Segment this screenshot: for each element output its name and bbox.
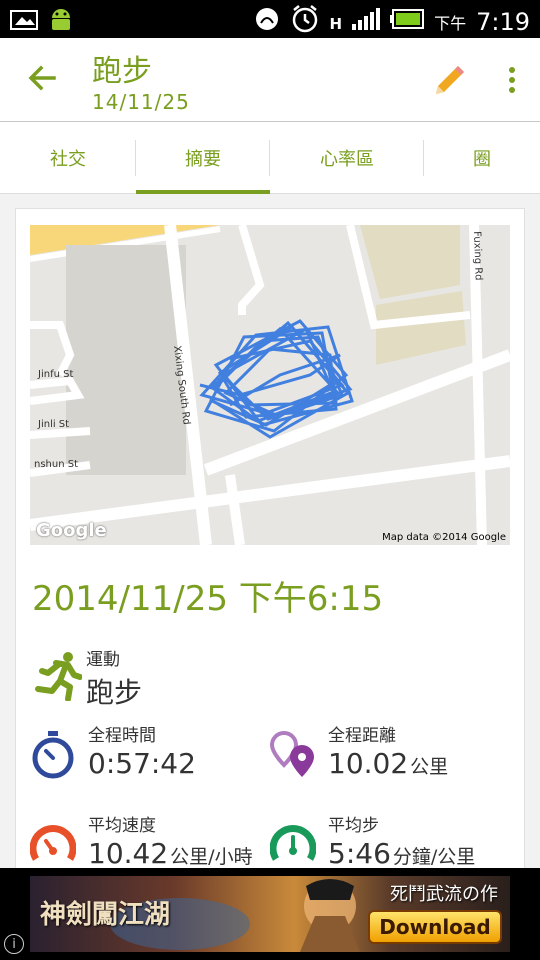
pace-unit: 分鐘/公里 bbox=[392, 846, 476, 868]
gallery-notification-icon bbox=[10, 8, 40, 36]
overflow-menu-icon bbox=[509, 67, 515, 93]
pace-gauge-icon bbox=[270, 825, 316, 861]
route-map[interactable]: Xixing South Rd Fuxing Rd Jinfu St Jinli… bbox=[30, 225, 510, 545]
distance-unit: 公里 bbox=[410, 756, 449, 778]
distance-stat: 全程距離 10.02 公里 bbox=[270, 717, 510, 797]
tab-summary[interactable]: 摘要 bbox=[136, 122, 270, 194]
clock-ampm: 下午 bbox=[434, 14, 467, 33]
action-bar: 跑步 14/11/25 bbox=[0, 38, 540, 122]
ad-title: 神劍闖江湖 bbox=[40, 900, 171, 930]
ad-download-button[interactable]: Download bbox=[368, 910, 502, 944]
google-logo: Google bbox=[36, 520, 107, 541]
pencil-icon bbox=[436, 66, 464, 94]
edit-button[interactable] bbox=[432, 62, 468, 98]
ad-slogan: 死鬥武流の作 bbox=[390, 884, 498, 905]
distance-value-line: 10.02 公里 bbox=[328, 747, 448, 780]
map-credit: Map data ©2014 Google bbox=[382, 532, 506, 543]
speedometer-icon bbox=[30, 825, 76, 861]
status-bar: H 下午 7:19 bbox=[0, 0, 540, 38]
overflow-menu-button[interactable] bbox=[500, 60, 524, 100]
summary-card: Xixing South Rd Fuxing Rd Jinfu St Jinli… bbox=[15, 208, 525, 888]
sport-value: 跑步 bbox=[86, 676, 143, 709]
sport-label: 運動 bbox=[86, 650, 120, 670]
alarm-icon bbox=[290, 4, 320, 40]
clock-time: 7:19 bbox=[476, 8, 530, 36]
street-label-nshun: nshun St bbox=[34, 459, 79, 470]
tab-heart-rate-zones[interactable]: 心率區 bbox=[270, 122, 424, 194]
network-type-icon: H bbox=[329, 14, 343, 33]
speed-value: 10.42 bbox=[88, 837, 169, 870]
street-label-jinfu: Jinfu St bbox=[38, 369, 74, 380]
map-canvas bbox=[30, 225, 510, 545]
location-pins-icon bbox=[270, 731, 314, 777]
ad-banner[interactable]: 神劍闖江湖 死鬥武流の作 Download i bbox=[0, 868, 540, 960]
battery-icon bbox=[390, 9, 425, 35]
duration-label: 全程時間 bbox=[88, 726, 156, 746]
tab-bar: 社交 摘要 心率區 圈 bbox=[0, 122, 540, 194]
ad-info-icon[interactable]: i bbox=[4, 934, 24, 954]
page-title: 跑步 bbox=[92, 54, 152, 89]
runner-icon bbox=[35, 652, 82, 701]
signal-icon bbox=[352, 8, 381, 36]
pace-value: 5:46 bbox=[328, 837, 391, 870]
speed-value-line: 10.42 公里/小時 bbox=[88, 837, 253, 870]
speed-unit: 公里/小時 bbox=[170, 846, 253, 868]
pace-value-line: 5:46 分鐘/公里 bbox=[328, 837, 475, 870]
duration-stat: 全程時間 0:57:42 bbox=[30, 717, 270, 797]
back-button[interactable] bbox=[24, 60, 60, 96]
stopwatch-icon bbox=[32, 731, 74, 779]
android-notification-icon bbox=[48, 6, 74, 38]
workout-datetime: 2014/11/25 下午6:15 bbox=[32, 579, 384, 619]
pace-label: 平均步 bbox=[328, 816, 379, 836]
arrow-back-icon bbox=[28, 65, 56, 91]
status-right-icons: H 下午 7:19 bbox=[254, 4, 530, 40]
distance-value: 10.02 bbox=[328, 747, 409, 780]
duration-value: 0:57:42 bbox=[88, 747, 196, 780]
tab-laps[interactable]: 圈 bbox=[424, 122, 540, 194]
ad-image[interactable]: 神劍闖江湖 死鬥武流の作 Download bbox=[30, 876, 510, 952]
street-label-jinli: Jinli St bbox=[38, 419, 70, 430]
distance-label: 全程距離 bbox=[328, 726, 396, 746]
street-label-fuxing: Fuxing Rd bbox=[471, 231, 484, 281]
speed-label: 平均速度 bbox=[88, 816, 156, 836]
nfc-icon bbox=[254, 6, 280, 38]
page-subtitle-date: 14/11/25 bbox=[92, 90, 190, 114]
tab-social[interactable]: 社交 bbox=[0, 122, 136, 194]
status-left-icons bbox=[10, 6, 74, 38]
